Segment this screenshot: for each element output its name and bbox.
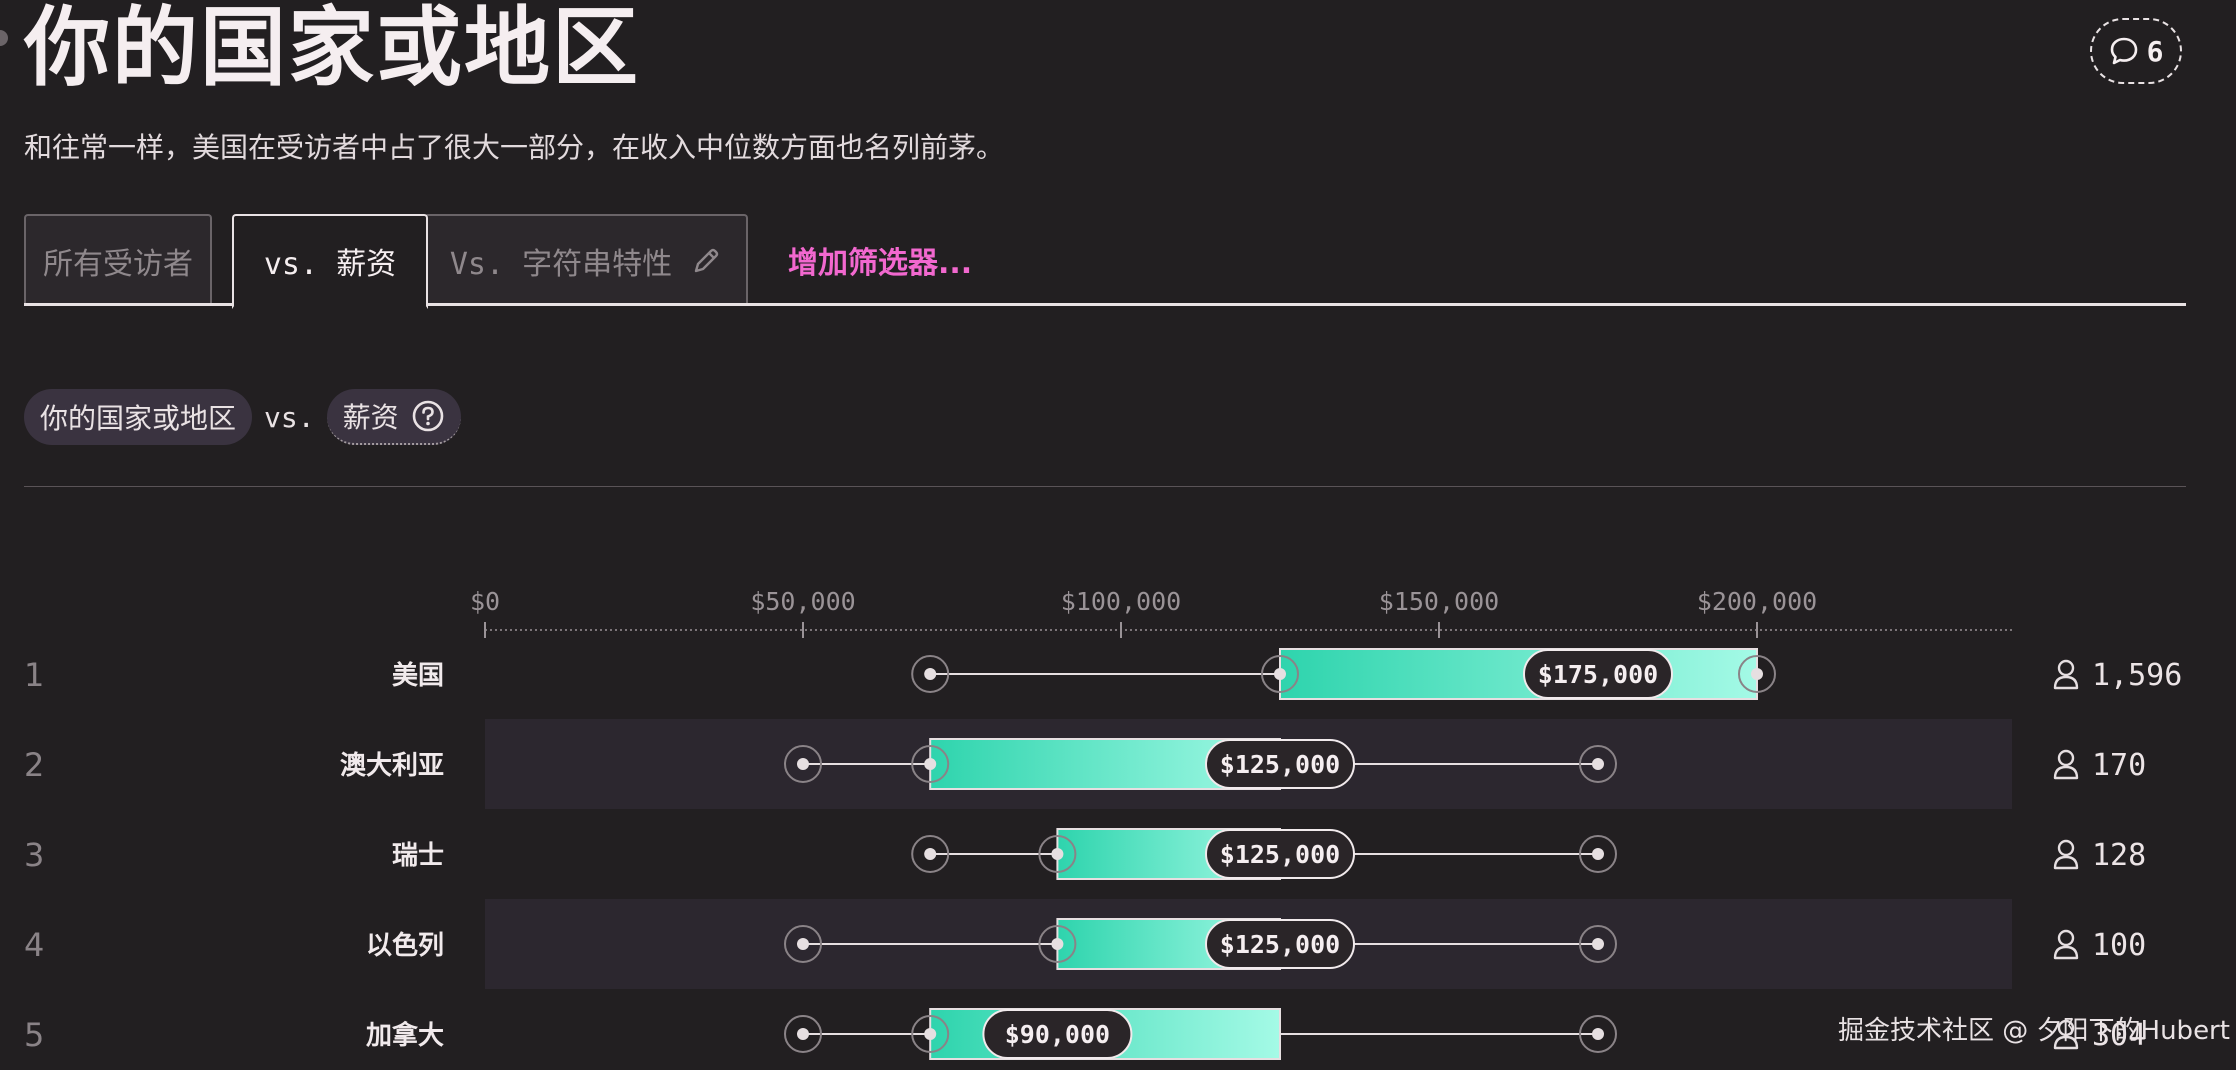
person-icon-body	[2053, 945, 2079, 960]
person-icon-head	[2057, 749, 2075, 767]
watermark: 掘金技术社区 @ 夕阳下的Hubert	[1838, 1016, 2230, 1046]
chip-label: 你的国家或地区	[40, 402, 237, 435]
chip-salary[interactable]: 薪资	[326, 389, 461, 445]
filter-tabs: 所有受访者 vs. 薪资 Vs. 字符串特性 增加筛选器...	[24, 214, 2186, 309]
whisker-high-marker-dot	[1592, 758, 1604, 770]
comment-button[interactable]: 6	[2090, 18, 2182, 84]
row-category-label: 美国	[392, 660, 444, 691]
chart-row: 4 以色列 $125,000 100	[24, 899, 2146, 989]
whisker-high-marker-dot	[1592, 938, 1604, 950]
x-axis-tick-label: $200,000	[1697, 587, 1817, 616]
iqr-bar	[1279, 648, 1758, 700]
respondent-count: 1,596	[2092, 658, 2182, 693]
chart-row: 2 澳大利亚 $125,000 170	[24, 719, 2146, 809]
chip-label: 薪资	[342, 401, 399, 434]
chart-row: 3 瑞士 $125,000 128	[24, 828, 2146, 880]
salary-by-country-chart: $0 $50,000 $100,000 $150,000 $200,000 1 美国 $175…	[24, 587, 2182, 1060]
person-icon-head	[2057, 929, 2075, 947]
speech-bubble-icon	[2110, 37, 2137, 65]
tab-vs-salary[interactable]: vs. 薪资	[232, 214, 428, 309]
whisker-high-marker-dot	[1751, 668, 1763, 680]
person-icon	[2053, 659, 2079, 690]
whisker-high-marker-dot	[1592, 848, 1604, 860]
tab-all-respondents[interactable]: 所有受访者	[24, 214, 212, 306]
whisker-low-marker-dot	[797, 758, 809, 770]
person-icon	[2053, 929, 2079, 960]
title-marker-dot	[0, 30, 8, 46]
x-axis-tick-label: $150,000	[1379, 587, 1499, 616]
pencil-icon[interactable]	[690, 245, 722, 277]
person-icon-body	[2053, 855, 2079, 870]
question-circle-icon[interactable]	[411, 399, 445, 433]
person-icon-body	[2053, 675, 2079, 690]
add-filter-button[interactable]: 增加筛选器...	[788, 238, 972, 282]
respondent-count: 170	[2092, 748, 2146, 783]
row-category-label: 澳大利亚	[340, 751, 444, 781]
median-label: $175,000	[1538, 660, 1658, 689]
chip-vs-label: vs.	[264, 400, 315, 434]
whisker-low-marker-dot	[797, 1028, 809, 1040]
row-category-label: 加拿大	[366, 1020, 444, 1051]
row-rank: 2	[24, 746, 44, 784]
whisker-low-marker-dot	[797, 938, 809, 950]
person-icon	[2053, 749, 2079, 780]
whisker-low-marker-dot	[924, 848, 937, 860]
median-label: $125,000	[1220, 930, 1340, 959]
person-icon-head	[2057, 839, 2075, 857]
tab-label: vs. 薪资	[263, 247, 397, 282]
x-axis-tick-label: $0	[470, 587, 500, 616]
comparison-chips: 你的国家或地区 vs. 薪资	[24, 388, 461, 446]
q1-marker-dot	[924, 758, 937, 770]
tab-label: 所有受访者	[43, 247, 193, 282]
respondent-count: 128	[2092, 838, 2146, 873]
whisker-low-marker-dot	[924, 668, 937, 680]
page-title: 你的国家或地区	[24, 0, 640, 98]
median-label: $90,000	[1005, 1020, 1110, 1049]
whisker-high-marker-dot	[1592, 1028, 1604, 1040]
section-divider	[24, 486, 2186, 487]
tab-label: Vs. 字符串特性	[449, 247, 673, 282]
person-icon-head	[2057, 659, 2075, 677]
tab-vs-string-property[interactable]: Vs. 字符串特性	[424, 214, 748, 306]
row-rank: 1	[24, 656, 44, 694]
row-category-label: 以色列	[366, 930, 444, 961]
x-axis-tick-label: $100,000	[1061, 587, 1181, 616]
row-rank: 5	[24, 1016, 44, 1054]
row-rank: 4	[24, 926, 44, 964]
person-icon	[2053, 839, 2079, 870]
q1-marker-dot	[1051, 938, 1064, 950]
person-icon-body	[2053, 765, 2079, 780]
page-subtitle: 和往常一样，美国在受访者中占了很大一部分，在收入中位数方面也名列前茅。	[24, 131, 1005, 164]
chart-row: 1 美国 $175,000 1,596	[24, 648, 2182, 700]
median-label: $125,000	[1220, 750, 1340, 779]
row-category-label: 瑞士	[392, 841, 444, 871]
q1-marker-dot	[1274, 668, 1286, 680]
comment-count: 6	[2146, 34, 2164, 68]
x-axis-tick-label: $50,000	[750, 587, 855, 616]
q1-marker-dot	[1051, 848, 1064, 860]
row-rank: 3	[24, 836, 44, 874]
chart-row: 5 加拿大 $90,000 304	[24, 1008, 2146, 1060]
median-label: $125,000	[1220, 840, 1340, 869]
q1-marker-dot	[924, 1028, 937, 1040]
respondent-count: 100	[2092, 928, 2146, 963]
chip-country[interactable]: 你的国家或地区	[24, 389, 253, 445]
